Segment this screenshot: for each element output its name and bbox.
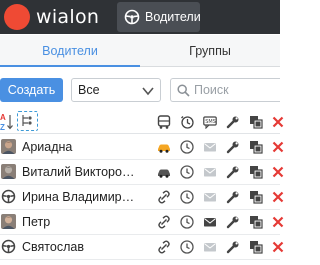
search-box (170, 78, 280, 102)
module-label: Водители (145, 10, 201, 24)
delete-icon[interactable] (271, 190, 285, 204)
driver-name[interactable]: Виталий Викторо… (22, 165, 134, 179)
avatar (1, 139, 16, 154)
driver-row[interactable]: Святослав (0, 235, 284, 260)
history-icon[interactable] (180, 190, 194, 204)
avatar (1, 214, 16, 229)
copy-column-icon (250, 116, 263, 129)
steering-wheel-icon (1, 239, 16, 254)
send-sms-icon[interactable] (203, 140, 217, 154)
driver-row[interactable]: Ариадна (0, 135, 284, 160)
delete-icon[interactable] (271, 140, 285, 154)
svg-text:A: A (0, 113, 6, 122)
delete-icon[interactable] (271, 215, 285, 229)
logo-text[interactable]: wialon (36, 6, 99, 28)
table-header: A Z SMS (0, 110, 284, 134)
send-sms-icon[interactable] (203, 215, 217, 229)
chevron-down-icon (142, 87, 154, 96)
driver-name[interactable]: Святослав (22, 240, 84, 254)
history-icon[interactable] (180, 165, 194, 179)
tab-groups[interactable]: Группы (140, 35, 280, 67)
bind-unit-icon[interactable] (157, 190, 171, 204)
history-icon[interactable] (180, 240, 194, 254)
filter-select[interactable]: Все (71, 78, 161, 102)
filter-value: Все (78, 83, 100, 97)
search-icon (177, 84, 190, 97)
history-column-icon (181, 116, 194, 129)
tree-icon (22, 115, 32, 126)
taxi-car-icon[interactable] (157, 140, 171, 154)
delete-icon[interactable] (271, 165, 285, 179)
settings-icon[interactable] (226, 165, 240, 179)
driver-photo (1, 214, 16, 229)
send-sms-icon[interactable] (203, 165, 217, 179)
wialon-logo-icon[interactable] (4, 4, 30, 30)
search-input[interactable] (194, 82, 279, 98)
driver-row[interactable]: Ирина Владимир… (0, 185, 284, 210)
avatar (1, 189, 16, 204)
copy-icon[interactable] (249, 165, 263, 179)
send-sms-icon[interactable] (203, 240, 217, 254)
svg-text:SMS: SMS (205, 119, 216, 125)
module-drivers-button[interactable]: Водители (117, 2, 201, 32)
settings-icon[interactable] (226, 140, 240, 154)
tab-drivers[interactable]: Водители (0, 35, 140, 67)
delete-icon[interactable] (271, 240, 285, 254)
driver-name[interactable]: Ариадна (22, 140, 72, 154)
delete-column-icon (272, 116, 284, 128)
settings-icon[interactable] (226, 190, 240, 204)
car-icon[interactable] (157, 165, 171, 179)
top-bar: wialon Водители (0, 0, 280, 34)
group-toggle-icon[interactable] (17, 111, 38, 131)
settings-column-icon (226, 116, 239, 129)
tab-bar: Водители Группы (0, 35, 280, 67)
svg-text:Z: Z (0, 123, 5, 132)
sms-column-icon: SMS (203, 116, 217, 129)
driver-name[interactable]: Ирина Владимир… (22, 190, 134, 204)
send-sms-icon[interactable] (203, 190, 217, 204)
history-icon[interactable] (180, 215, 194, 229)
driver-row[interactable]: Виталий Викторо… (0, 160, 284, 185)
steering-wheel-icon (124, 9, 140, 25)
driver-row[interactable]: Петр (0, 210, 284, 235)
copy-icon[interactable] (249, 190, 263, 204)
bind-unit-icon[interactable] (157, 240, 171, 254)
create-button[interactable]: Создать (0, 78, 63, 102)
copy-icon[interactable] (249, 240, 263, 254)
steering-wheel-icon (1, 189, 16, 204)
unit-column-icon (157, 115, 171, 129)
bind-unit-icon[interactable] (157, 215, 171, 229)
avatar (1, 239, 16, 254)
avatar (1, 164, 16, 179)
sort-az-icon[interactable]: A Z (0, 112, 14, 132)
settings-icon[interactable] (226, 240, 240, 254)
copy-icon[interactable] (249, 215, 263, 229)
history-icon[interactable] (180, 140, 194, 154)
driver-photo (1, 164, 16, 179)
settings-icon[interactable] (226, 215, 240, 229)
driver-name[interactable]: Петр (22, 215, 50, 229)
copy-icon[interactable] (249, 140, 263, 154)
driver-photo (1, 139, 16, 154)
